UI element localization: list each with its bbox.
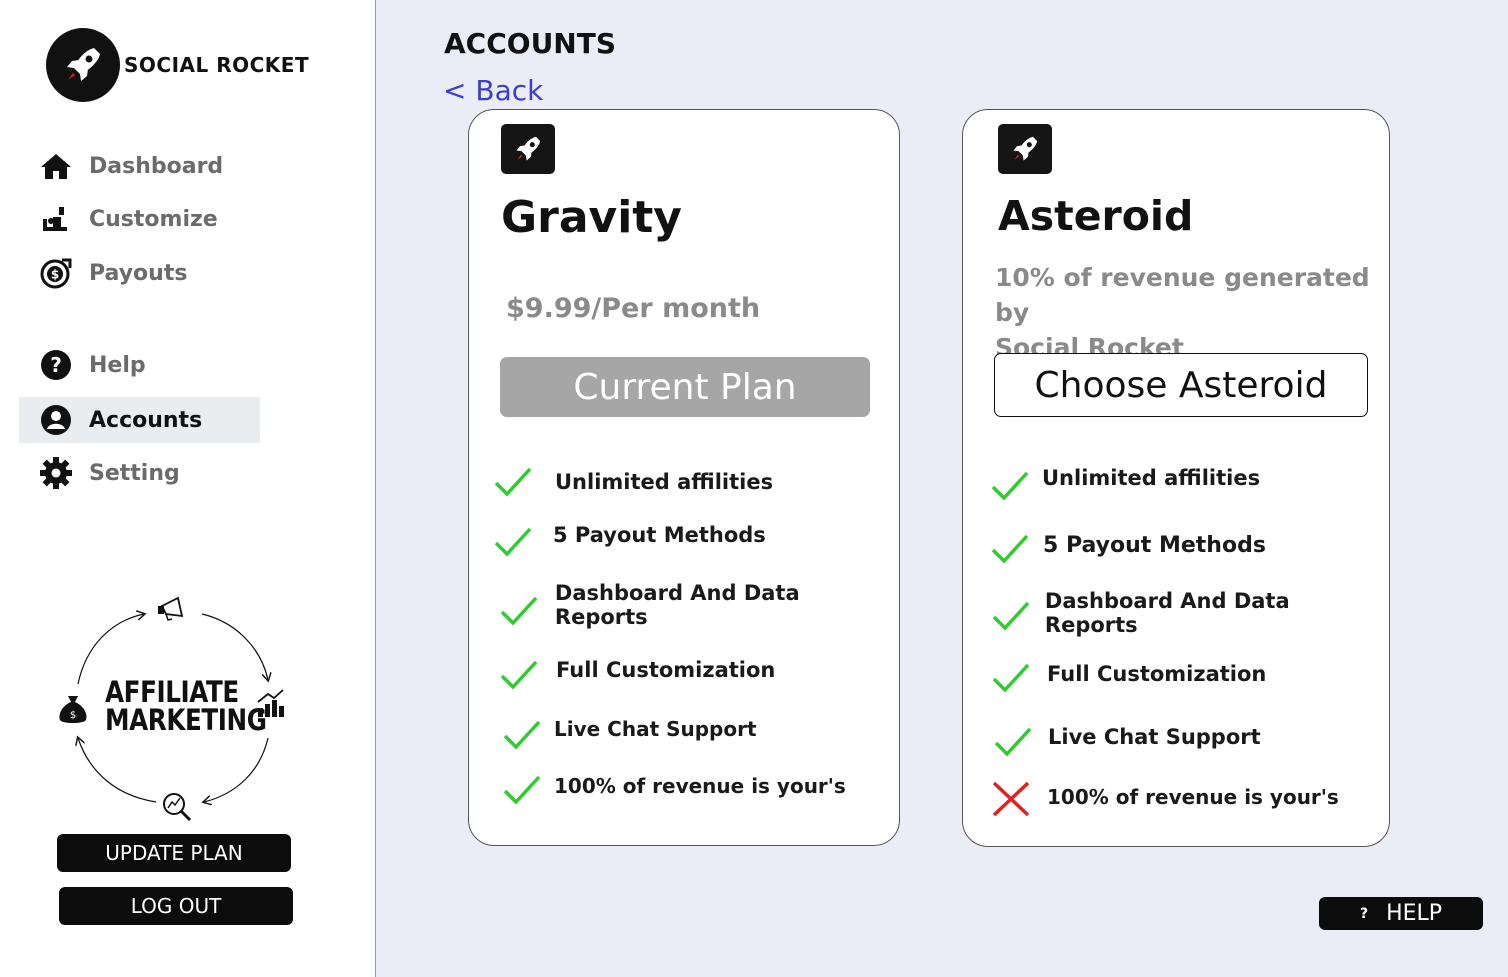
check-icon [497, 591, 541, 631]
svg-text:$: $ [51, 268, 59, 282]
rocket-icon [501, 124, 555, 174]
feature-item: Dashboard And Data Reports [497, 581, 899, 631]
feature-item: Full Customization [989, 658, 1266, 698]
magnifier-chart-icon [163, 793, 192, 822]
log-out-button[interactable]: LOG OUT [59, 887, 293, 925]
check-icon [491, 462, 535, 502]
sidebar-item-label: Accounts [89, 407, 203, 433]
payouts-icon: $ [39, 256, 73, 290]
feature-item: Unlimited affilities [988, 466, 1260, 506]
sidebar-item-label: Customize [89, 206, 218, 232]
question-icon: ? [1359, 905, 1369, 922]
check-icon [989, 658, 1033, 698]
brand-logo[interactable]: SOCIAL ROCKET [46, 28, 309, 102]
check-icon [500, 715, 544, 755]
rocket-icon [46, 28, 120, 102]
feature-item: 100% of revenue is your's [989, 779, 1339, 819]
affiliate-marketing-graphic: $ AFFILIATE MARKETING [56, 596, 288, 824]
svg-text:?: ? [50, 353, 62, 377]
feature-item: 100% of revenue is your's [500, 770, 846, 810]
current-plan-button[interactable]: Current Plan [500, 357, 870, 417]
money-bag-icon: $ [59, 696, 87, 723]
sidebar-item-label: Setting [89, 460, 180, 486]
help-button[interactable]: ? HELP [1319, 897, 1483, 930]
check-icon [500, 770, 544, 810]
gear-icon [39, 456, 73, 490]
user-icon [39, 403, 73, 437]
sidebar-item-setting[interactable]: Setting [19, 450, 260, 496]
check-icon [491, 522, 535, 562]
feature-item: Unlimited affilities [491, 462, 773, 502]
plan-name: Asteroid [998, 192, 1194, 240]
sidebar-item-label: Dashboard [89, 153, 224, 179]
update-plan-button[interactable]: UPDATE PLAN [57, 834, 291, 872]
feature-item: Dashboard And Data Reports [989, 589, 1389, 637]
cross-icon [989, 779, 1033, 819]
svg-text:$: $ [70, 710, 76, 721]
feature-item: Live Chat Support [500, 715, 757, 755]
plan-card-asteroid: Asteroid 10% of revenue generated by Soc… [962, 109, 1390, 847]
plan-name: Gravity [501, 192, 682, 243]
check-icon [989, 596, 1033, 636]
rocket-icon [998, 124, 1052, 174]
check-icon [497, 655, 541, 695]
sidebar-item-payouts[interactable]: $ Payouts [19, 250, 260, 296]
megaphone-icon [158, 596, 184, 621]
back-link[interactable]: < Back [443, 74, 543, 107]
home-icon [39, 149, 73, 183]
choose-asteroid-button[interactable]: Choose Asteroid [994, 353, 1368, 417]
check-icon [988, 529, 1032, 569]
sidebar-item-accounts[interactable]: Accounts [19, 397, 260, 443]
sidebar-item-dashboard[interactable]: Dashboard [19, 143, 260, 189]
feature-item: 5 Payout Methods [491, 522, 766, 562]
sidebar-item-customize[interactable]: Customize [19, 196, 260, 242]
help-label: HELP [1386, 901, 1443, 926]
check-icon [991, 722, 1035, 762]
customize-icon [39, 202, 73, 236]
page-title: ACCOUNTS [444, 27, 617, 60]
sidebar: SOCIAL ROCKET Dashboard Customize $ Payo… [0, 0, 376, 977]
question-icon: ? [39, 348, 73, 382]
plan-card-gravity: Gravity $9.99/Per month Current Plan Unl… [468, 109, 900, 846]
affiliate-marketing-text: AFFILIATE MARKETING [105, 675, 267, 737]
plan-price: $9.99/Per month [506, 293, 761, 324]
plan-description: 10% of revenue generated by Social Rocke… [995, 263, 1370, 362]
feature-item: Full Customization [497, 655, 775, 695]
sidebar-item-label: Help [89, 352, 146, 378]
sidebar-item-help[interactable]: ? Help [19, 342, 260, 388]
check-icon [988, 466, 1032, 506]
feature-item: Live Chat Support [991, 722, 1261, 762]
feature-item: 5 Payout Methods [988, 529, 1266, 569]
brand-name: SOCIAL ROCKET [124, 53, 310, 77]
sidebar-item-label: Payouts [89, 260, 188, 286]
